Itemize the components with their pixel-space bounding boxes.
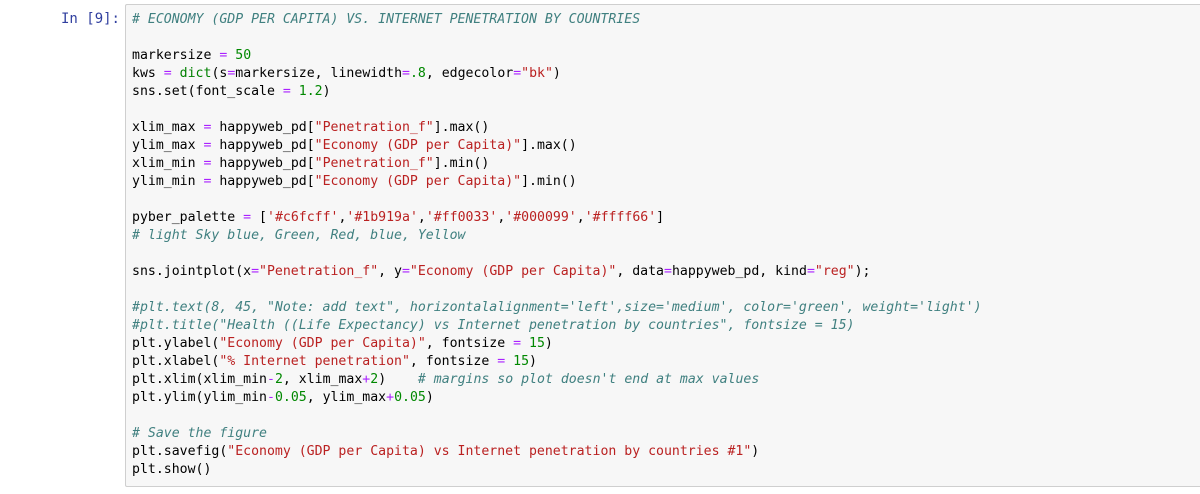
input-prompt: In [9]: [60, 11, 120, 27]
code-line: #plt.text(8, 45, "Note: add text", horiz… [132, 300, 982, 315]
code-line: xlim_max = happyweb_pd["Penetration_f"].… [132, 120, 490, 135]
code-line: plt.ylabel("Economy (GDP per Capita)", f… [132, 336, 553, 351]
code-line: # Save the figure [132, 426, 267, 441]
code-cell-input[interactable]: # ECONOMY (GDP PER CAPITA) VS. INTERNET … [125, 4, 1200, 487]
code-line: ​ [132, 191, 1200, 209]
code-line: ylim_max = happyweb_pd["Economy (GDP per… [132, 138, 577, 153]
code-editor[interactable]: # ECONOMY (GDP PER CAPITA) VS. INTERNET … [126, 5, 1200, 479]
code-line: plt.ylim(ylim_min-0.05, ylim_max+0.05) [132, 390, 434, 405]
code-line: ​ [132, 281, 1200, 299]
code-line: plt.xlim(xlim_min-2, xlim_max+2) # margi… [132, 372, 760, 387]
code-line: plt.show() [132, 462, 212, 477]
code-line: ​ [132, 29, 1200, 47]
code-line: sns.jointplot(x="Penetration_f", y="Econ… [132, 264, 871, 279]
code-line: # ECONOMY (GDP PER CAPITA) VS. INTERNET … [132, 12, 641, 27]
notebook-cell: In [9]: # ECONOMY (GDP PER CAPITA) VS. I… [0, 0, 1200, 494]
code-line: markersize = 50 [132, 48, 252, 63]
code-line: ​ [132, 407, 1200, 425]
code-line: xlim_min = happyweb_pd["Penetration_f"].… [132, 156, 490, 171]
code-line: # light Sky blue, Green, Red, blue, Yell… [132, 228, 466, 243]
code-line: ​ [132, 245, 1200, 263]
code-line: plt.savefig("Economy (GDP per Capita) vs… [132, 444, 760, 459]
code-line: ​ [132, 101, 1200, 119]
code-line: #plt.title("Health ((Life Expectancy) vs… [132, 318, 855, 333]
code-line: pyber_palette = ['#c6fcff','#1b919a','#f… [132, 210, 665, 225]
code-line: kws = dict(s=markersize, linewidth=.8, e… [132, 66, 561, 81]
code-line: sns.set(font_scale = 1.2) [132, 84, 331, 99]
code-line: ylim_min = happyweb_pd["Economy (GDP per… [132, 174, 577, 189]
code-line: plt.xlabel("% Internet penetration", fon… [132, 354, 537, 369]
